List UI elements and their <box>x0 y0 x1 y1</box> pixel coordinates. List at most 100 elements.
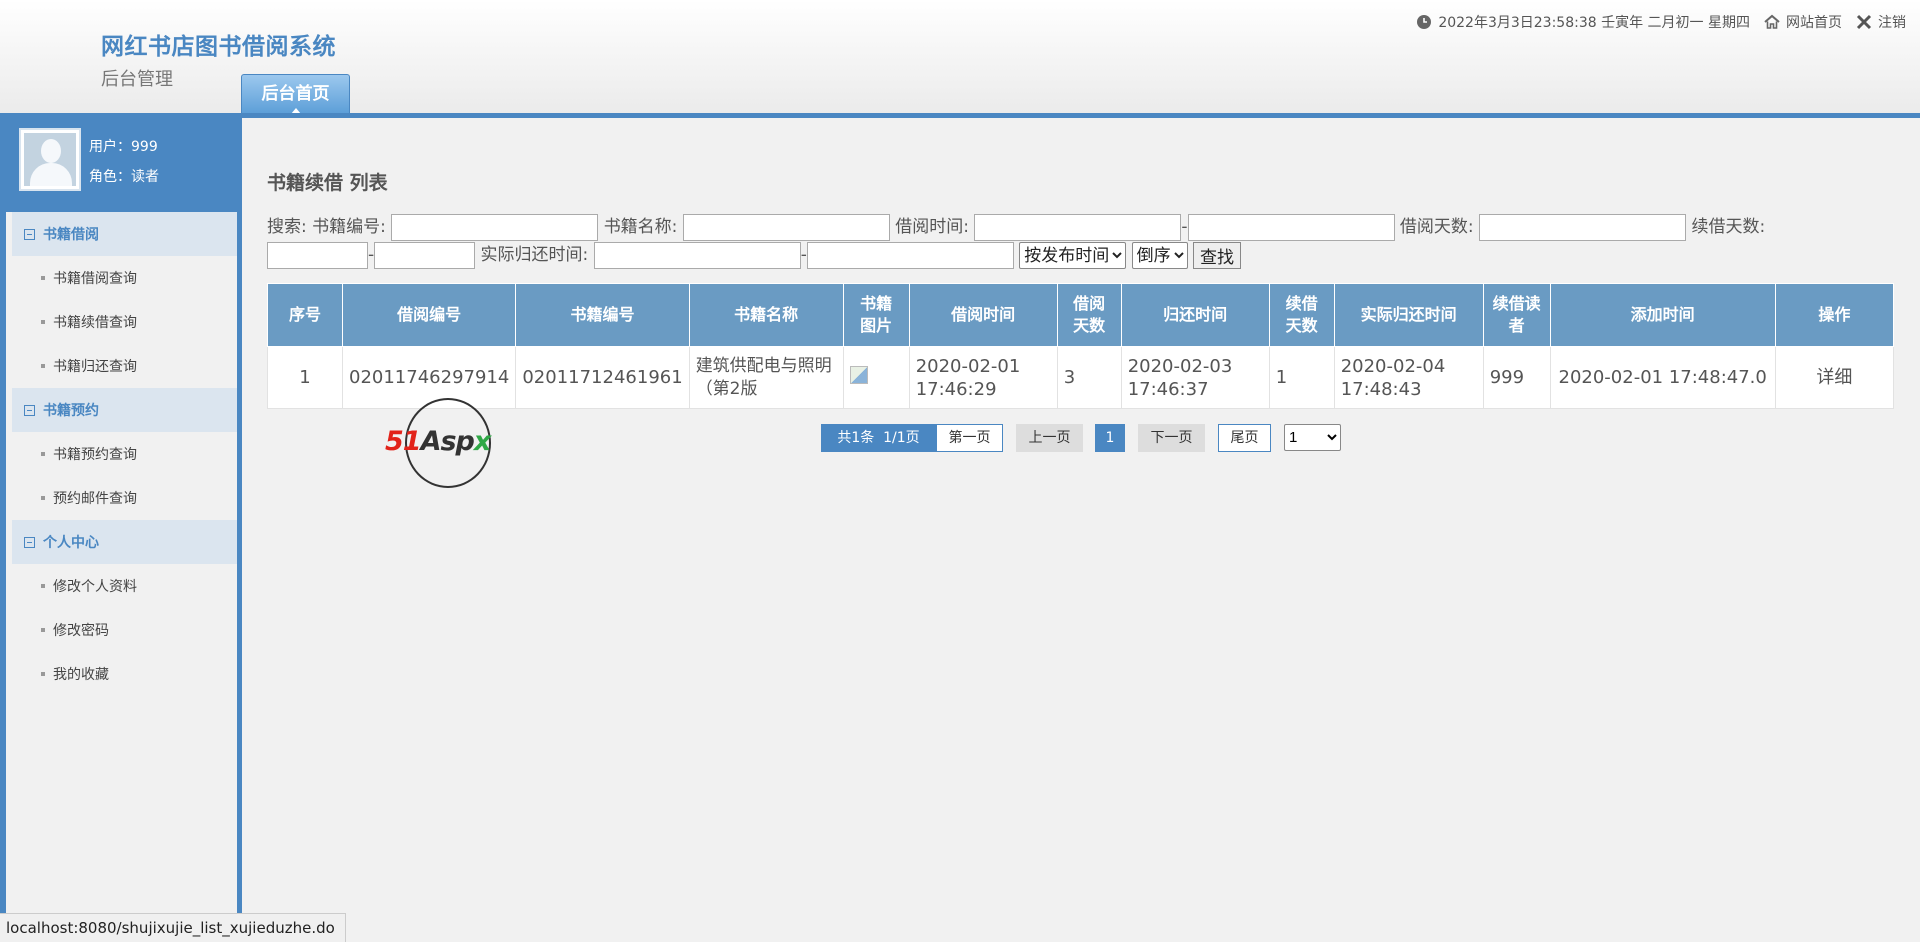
last-page-button[interactable]: 尾页 <box>1218 424 1271 452</box>
borrow-time-end-input[interactable] <box>1187 213 1395 241</box>
sidebar: 用户：999 角色：读者 书籍借阅 书籍借阅查询 书籍续借查询 书籍归还查询 书… <box>0 118 242 942</box>
logout-link-label[interactable]: 注销 <box>1878 12 1906 32</box>
broken-image-icon <box>849 365 868 384</box>
sidebar-item-label: 我的收藏 <box>53 667 109 683</box>
user-name: 用户：999 <box>89 139 158 155</box>
sidebar-item-change-password[interactable]: 修改密码 <box>6 608 237 652</box>
browser-status-url: localhost:8080/shujixujie_list_xujieduzh… <box>0 913 346 942</box>
cell-book-no: 02011712461961 <box>515 346 690 409</box>
menu-group-label: 个人中心 <box>43 535 99 551</box>
home-link-label[interactable]: 网站首页 <box>1786 12 1842 32</box>
cell-added-time: 2020-02-01 17:48:47.0 <box>1549 346 1776 409</box>
user-info: 用户：999 角色：读者 <box>89 132 159 192</box>
book-name-input[interactable] <box>682 213 890 241</box>
cell-actual-return: 2020-02-04 17:48:43 <box>1333 346 1484 409</box>
actual-return-label: 实际归还时间: <box>480 245 589 265</box>
sidebar-item-label: 预约邮件查询 <box>53 491 137 507</box>
renew-days-max-input[interactable] <box>374 241 476 269</box>
sidebar-item-label: 修改密码 <box>53 623 109 639</box>
user-silhouette-icon <box>24 133 76 186</box>
cell-borrow-time: 2020-02-01 17:46:29 <box>908 346 1058 409</box>
renew-days-label: 续借天数: <box>1691 217 1766 237</box>
system-subtitle: 后台管理 <box>101 69 173 90</box>
menu-group-label: 书籍预约 <box>43 403 99 419</box>
detail-link[interactable]: 详细 <box>1774 346 1895 409</box>
tab-admin-home-label[interactable]: 后台首页 <box>262 84 330 104</box>
col-header: 借阅编号 <box>341 283 517 347</box>
sidebar-item-renew-query[interactable]: 书籍续借查询 <box>6 300 237 344</box>
borrow-time-start-input[interactable] <box>974 213 1182 241</box>
top-bar: 2022年3月3日23:58:38 壬寅年 二月初一 星期四 网站首页 注销 <box>1416 12 1906 32</box>
close-icon <box>1856 14 1872 30</box>
col-header: 序号 <box>267 283 343 347</box>
cell-borrow-days: 3 <box>1056 346 1122 409</box>
page-jump-select[interactable]: 1 <box>1284 424 1341 451</box>
col-header: 实际归还时间 <box>1333 283 1484 347</box>
sidebar-item-label: 书籍借阅查询 <box>53 271 137 287</box>
search-button[interactable]: 查找 <box>1193 241 1242 269</box>
borrow-days-label: 借阅天数: <box>1399 217 1474 237</box>
user-role: 角色：读者 <box>89 169 159 185</box>
sort-field-select[interactable]: 按发布时间 <box>1019 241 1127 269</box>
collapse-icon <box>24 228 35 240</box>
cell-index: 1 <box>267 346 343 409</box>
table-header-row: 序号 借阅编号 书籍编号 书籍名称 书籍图片 借阅时间 借阅天数 归还时间 续借… <box>267 283 1895 347</box>
cell-book-image <box>842 346 910 409</box>
prev-page-button[interactable]: 上一页 <box>1016 424 1083 452</box>
col-header: 添加时间 <box>1549 283 1776 347</box>
menu-group-personal[interactable]: 个人中心 <box>12 520 237 564</box>
main-content: 书籍续借 列表 搜索: 书籍编号: 书籍名称: 借阅时间: - 借阅天数: 续借… <box>242 118 1920 942</box>
actual-return-end-input[interactable] <box>806 241 1014 269</box>
page-number-button[interactable]: 1 <box>1095 424 1125 452</box>
sidebar-item-favorites[interactable]: 我的收藏 <box>6 652 237 696</box>
page-info: 共1条 1/1页 <box>821 424 936 452</box>
page-jump: 1 <box>1284 424 1341 452</box>
pagination: 共1条 1/1页 第一页 上一页 1 下一页 尾页 1 <box>0 424 1920 452</box>
cell-renew-days: 1 <box>1268 346 1335 409</box>
col-header: 书籍名称 <box>688 283 844 347</box>
actual-return-start-input[interactable] <box>593 241 801 269</box>
sidebar-item-label: 书籍归还查询 <box>53 359 137 375</box>
book-name-label: 书籍名称: <box>603 217 678 237</box>
col-header: 续借读者 <box>1482 283 1551 347</box>
home-icon <box>1764 14 1780 29</box>
bullet-icon <box>41 672 45 676</box>
first-page-button[interactable]: 第一页 <box>936 424 1003 452</box>
menu-group-borrow[interactable]: 书籍借阅 <box>12 212 237 256</box>
col-header: 归还时间 <box>1120 283 1270 347</box>
book-no-input[interactable] <box>391 213 599 241</box>
bullet-icon <box>41 496 45 500</box>
book-no-label: 书籍编号: <box>312 217 386 237</box>
bullet-icon <box>41 364 45 368</box>
cell-book-name: 建筑供配电与照明（第2版 <box>688 346 844 409</box>
cell-reader: 999 <box>1482 346 1551 409</box>
renew-table: 序号 借阅编号 书籍编号 书籍名称 书籍图片 借阅时间 借阅天数 归还时间 续借… <box>267 283 1895 409</box>
sidebar-item-edit-profile[interactable]: 修改个人资料 <box>6 564 237 608</box>
avatar <box>19 128 81 191</box>
home-link[interactable]: 网站首页 <box>1764 12 1842 32</box>
col-header: 书籍编号 <box>515 283 690 347</box>
sidebar-item-return-query[interactable]: 书籍归还查询 <box>6 344 237 388</box>
next-page-button[interactable]: 下一页 <box>1138 424 1205 452</box>
logout-link[interactable]: 注销 <box>1856 12 1906 32</box>
search-form: 搜索: 书籍编号: 书籍名称: 借阅时间: - 借阅天数: 续借天数: - 实际… <box>267 213 1897 269</box>
sidebar-menu-panel: 书籍借阅 书籍借阅查询 书籍续借查询 书籍归还查询 书籍预约 书籍预约查询 预约… <box>6 212 237 942</box>
tab-admin-home[interactable]: 后台首页 <box>241 74 350 114</box>
borrow-days-input[interactable] <box>1479 213 1687 241</box>
sort-order-select[interactable]: 倒序 <box>1131 241 1188 269</box>
table-row: 1 02011746297914 02011712461961 建筑供配电与照明… <box>267 346 1895 409</box>
bullet-icon <box>41 276 45 280</box>
search-prefix: 搜索: <box>267 217 307 237</box>
sidebar-item-borrow-query[interactable]: 书籍借阅查询 <box>6 256 237 300</box>
col-header: 续借天数 <box>1268 283 1335 347</box>
sidebar-item-reserve-mail[interactable]: 预约邮件查询 <box>6 476 237 520</box>
menu-group-label: 书籍借阅 <box>43 227 99 243</box>
bullet-icon <box>41 320 45 324</box>
col-header: 借阅时间 <box>908 283 1058 347</box>
system-title: 网红书店图书借阅系统 <box>101 34 336 60</box>
cell-return-time: 2020-02-03 17:46:37 <box>1120 346 1270 409</box>
page-title: 书籍续借 列表 <box>267 172 388 194</box>
collapse-icon <box>24 536 35 548</box>
collapse-icon <box>24 404 35 416</box>
renew-days-min-input[interactable] <box>267 241 368 269</box>
